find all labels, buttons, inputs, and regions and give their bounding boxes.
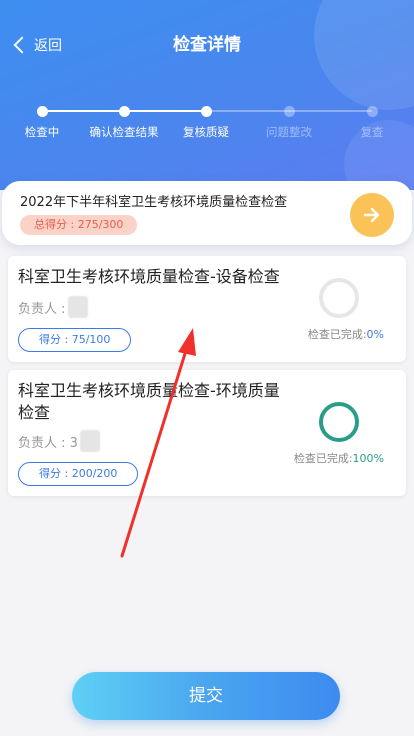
step-1: 检查中: [0, 106, 87, 140]
item-score-pill[interactable]: 得分 : 75/100: [18, 328, 132, 352]
progress-ring: [319, 402, 359, 442]
progress-value: 100%: [352, 452, 384, 465]
step-dot: [118, 106, 130, 117]
item-title: 科室卫生考核环境质量检查-环境质量检查: [18, 381, 280, 422]
owner-row: 负责人 :: [18, 296, 88, 318]
step-5: 复查: [327, 106, 414, 140]
owner-label: 负责人 :: [18, 301, 66, 317]
step-dot: [283, 106, 295, 117]
page-title: 检查详情: [173, 35, 241, 55]
submit-button[interactable]: 提交: [72, 672, 340, 720]
step-dot: [366, 106, 378, 117]
progress-steps: 检查中 确认检查结果 复核质疑 问题整改 复查: [0, 106, 414, 146]
progress-prefix: 检查已完成:: [293, 452, 353, 465]
nav-bar: 返回 检查详情: [0, 28, 414, 62]
step-label: 问题整改: [266, 125, 312, 139]
next-button[interactable]: [350, 193, 394, 237]
inspection-item-card[interactable]: 科室卫生考核环境质量检查-环境质量检查 负责人 : 3 得分 : 200/200…: [8, 370, 406, 496]
item-score-pill[interactable]: 得分 : 200/200: [18, 462, 139, 486]
step-3: 复核质疑: [161, 106, 251, 140]
step-dot: [200, 106, 212, 117]
inspection-item-card[interactable]: 科室卫生考核环境质量检查-设备检查 负责人 : 得分 : 75/100 检查已完…: [8, 256, 406, 362]
owner-name-redacted: [67, 296, 88, 318]
progress-ring: [319, 278, 359, 318]
progress-prefix: 检查已完成:: [307, 328, 367, 341]
owner-label: 负责人 : 3: [18, 435, 78, 451]
step-label: 检查中: [24, 125, 60, 139]
header: 返回 检查详情 检查中 确认检查结果 复核质疑 问题整改 复查: [0, 0, 414, 190]
progress-text: 检查已完成:100%: [294, 450, 384, 466]
arrow-right-icon: [363, 207, 380, 223]
owner-row: 负责人 : 3: [18, 430, 100, 452]
progress-value: 0%: [366, 328, 384, 341]
step-dot: [36, 106, 48, 117]
step-4: 问题整改: [244, 106, 334, 140]
item-title: 科室卫生考核环境质量检查-设备检查: [18, 267, 280, 286]
step-label: 复查: [360, 125, 384, 139]
progress-text: 检查已完成:0%: [308, 326, 384, 342]
owner-name-redacted: [79, 430, 100, 452]
step-2: 确认检查结果: [79, 106, 169, 140]
summary-title: 2022年下半年科室卫生考核环境质量检查检查: [20, 195, 288, 210]
step-label: 确认检查结果: [89, 125, 159, 139]
total-score-badge: 总得分 : 275/300: [20, 215, 138, 235]
summary-card: 2022年下半年科室卫生考核环境质量检查检查 总得分 : 275/300: [2, 181, 412, 245]
step-label: 复核质疑: [183, 125, 229, 139]
